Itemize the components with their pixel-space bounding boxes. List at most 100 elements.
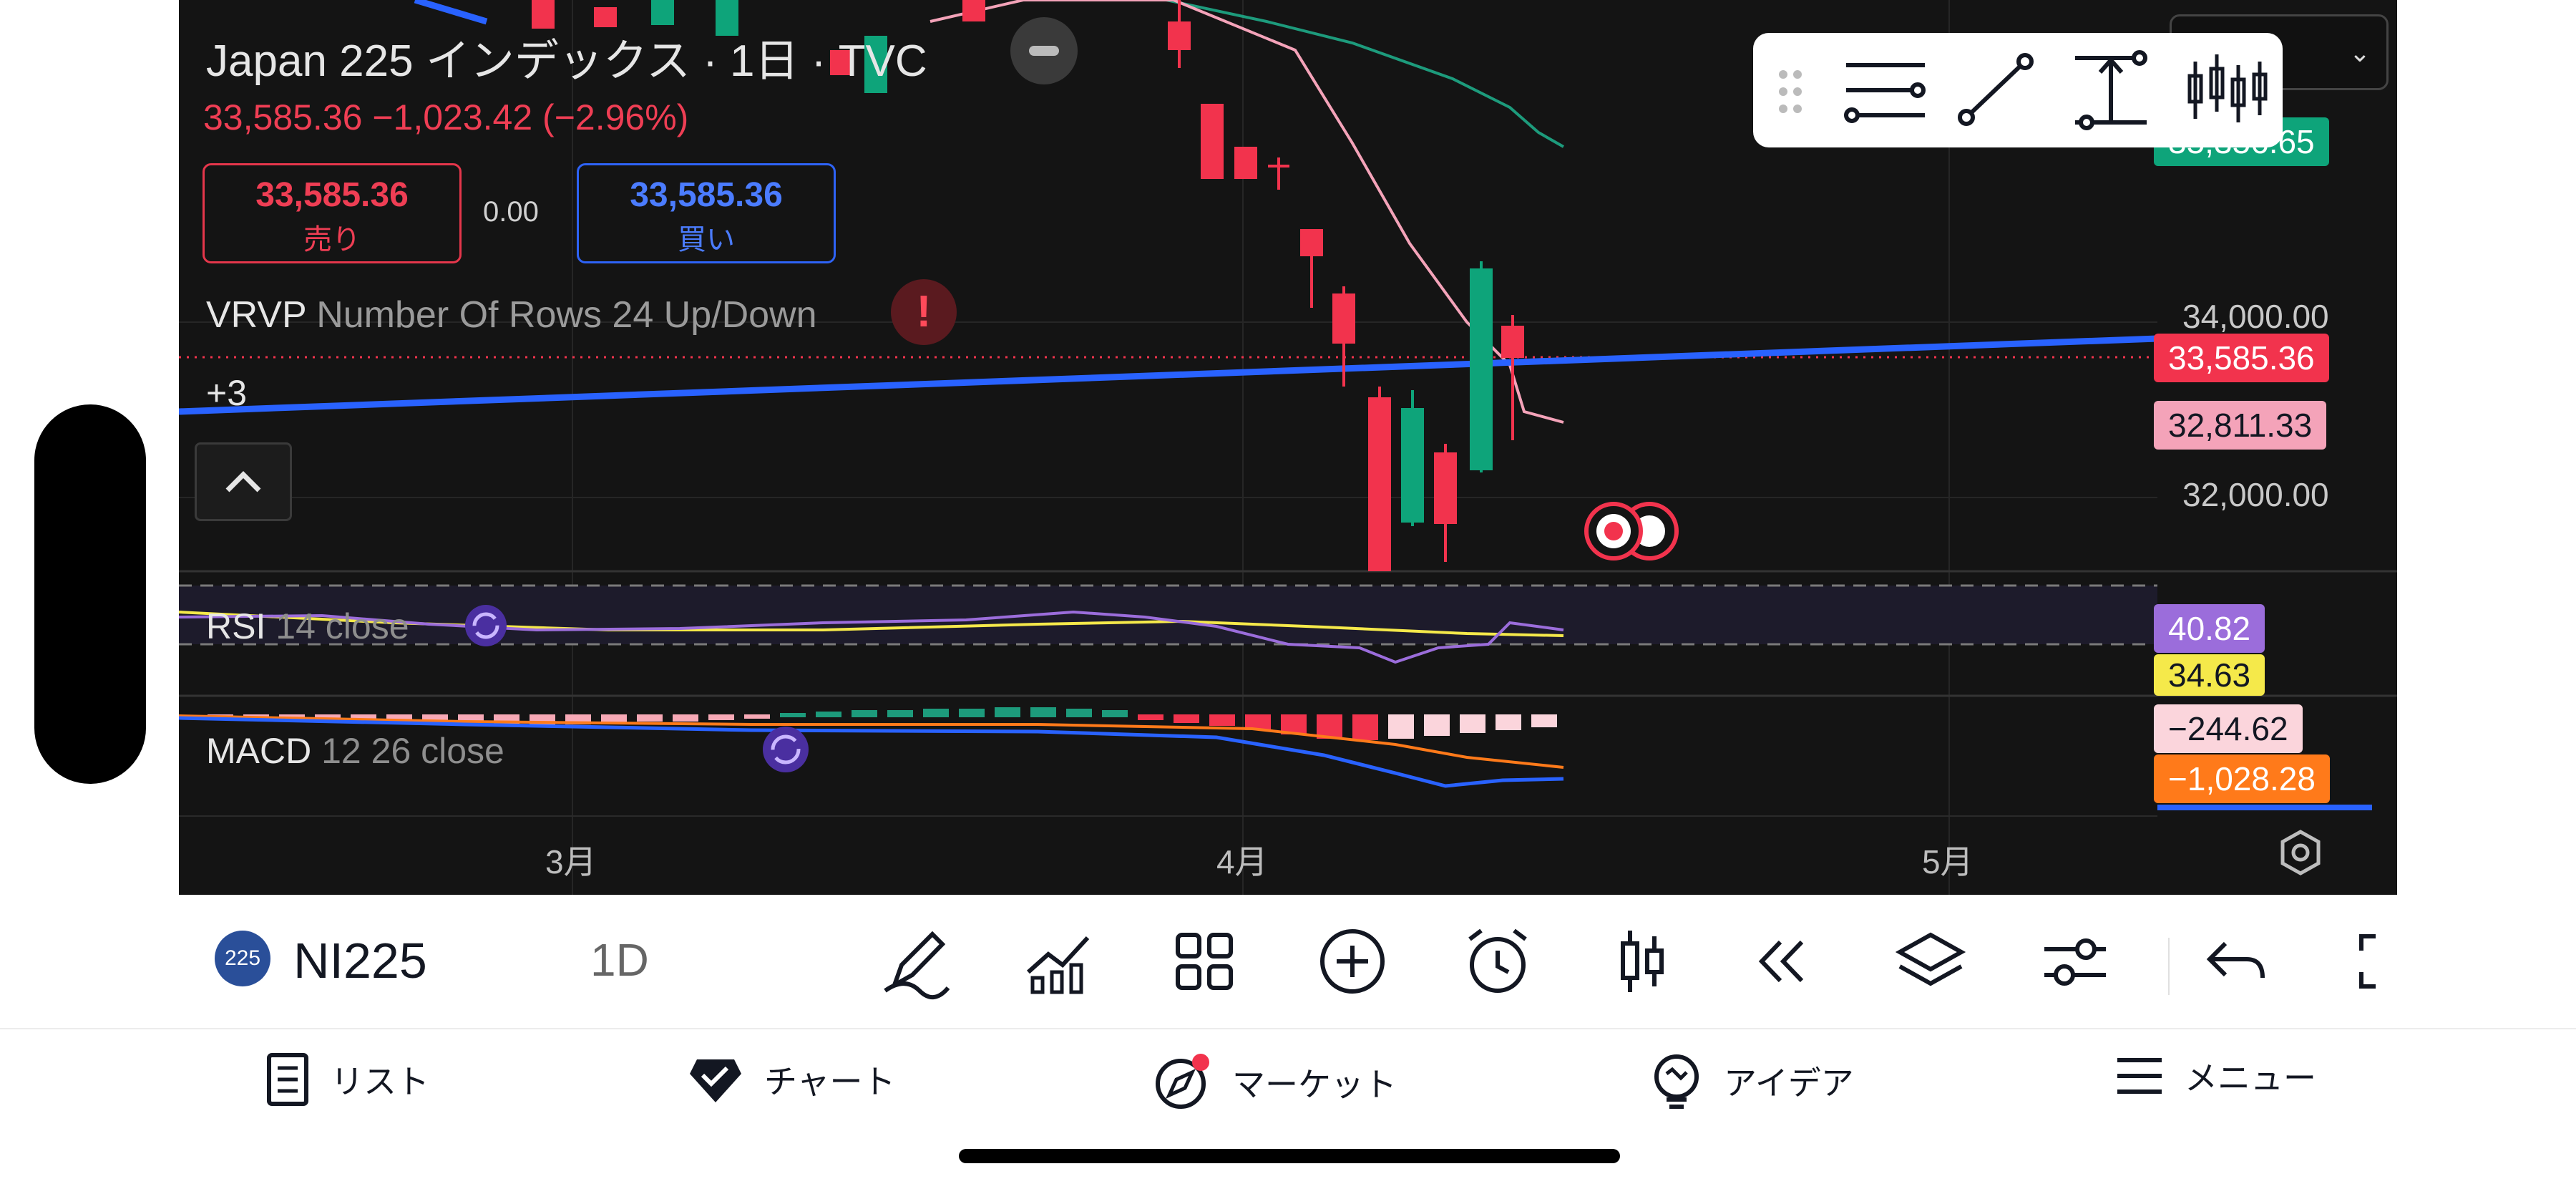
list-icon xyxy=(267,1053,308,1106)
time-label: 3月 xyxy=(545,843,597,880)
macd-bar xyxy=(1030,707,1056,717)
macd-bar xyxy=(852,710,877,717)
drag-handle-icon xyxy=(1779,70,1802,113)
macd-line-label xyxy=(2157,805,2372,810)
sell-label: 売り xyxy=(303,224,361,256)
buy-price: 33,585.36 xyxy=(630,176,783,214)
chart-type-icon[interactable] xyxy=(1603,922,1682,1001)
candle xyxy=(1470,268,1493,470)
chart-bottom-toolbar: 225 NI225 1D xyxy=(179,895,2397,1024)
horizontal-lines-icon xyxy=(1844,63,1926,123)
spread-value: 0.00 xyxy=(483,196,539,228)
fullscreen-icon[interactable] xyxy=(2354,922,2397,1001)
rsi-sync-icon[interactable] xyxy=(465,605,507,646)
hidden-indicators-count[interactable]: +3 xyxy=(206,372,247,414)
macd-bar xyxy=(1209,714,1235,726)
price-change: 33,585.36 −1,023.42 (−2.96%) xyxy=(203,97,689,137)
macd-bar xyxy=(959,709,985,717)
chart-area[interactable]: Japan 225 インデックス · 1日 · TVC 33,585.36 −1… xyxy=(179,0,2397,895)
nav-item-list[interactable]: リスト xyxy=(265,1052,429,1107)
symbol-title[interactable]: Japan 225 インデックス · 1日 · TVC xyxy=(206,24,927,89)
chevron-up-icon xyxy=(225,471,261,492)
nav-label: リスト xyxy=(331,1063,429,1100)
candle xyxy=(1168,21,1191,50)
candle xyxy=(1201,104,1224,179)
macd-bar xyxy=(1102,710,1128,717)
buy-button[interactable]: 33,585.36 買い xyxy=(577,163,836,263)
chart-settings-icon[interactable] xyxy=(2275,828,2326,881)
sell-price: 33,585.36 xyxy=(255,176,409,214)
macd-bar xyxy=(1531,714,1557,727)
add-icon[interactable] xyxy=(1313,922,1392,1001)
alert-icon[interactable] xyxy=(1458,922,1537,1001)
macd-name: MACD xyxy=(206,731,312,771)
undo-icon[interactable] xyxy=(2197,922,2275,1001)
collapse-legend-button[interactable] xyxy=(195,442,292,521)
candle xyxy=(1234,147,1257,179)
side-handle[interactable] xyxy=(34,404,146,784)
drawing-pen-icon[interactable] xyxy=(877,922,955,1001)
nav-label: チャート xyxy=(764,1063,896,1100)
macd-bar xyxy=(1496,714,1521,730)
candle xyxy=(1300,229,1323,256)
macd-bar xyxy=(673,714,698,722)
macd-legend[interactable]: MACD 12 26 close xyxy=(206,730,504,772)
time-label: 4月 xyxy=(1216,843,1268,880)
candle xyxy=(1501,326,1524,358)
current-price-label: 33,585.36 xyxy=(2154,334,2329,382)
price-tick: 32,000.00 xyxy=(2182,476,2329,513)
lightbulb-icon xyxy=(1654,1054,1699,1109)
timeframe-button[interactable]: 1D xyxy=(590,933,649,986)
settings-icon[interactable] xyxy=(2036,922,2114,1001)
candles-icon xyxy=(2187,54,2268,122)
vrvp-legend[interactable]: VRVP Number Of Rows 24 Up/Down xyxy=(206,293,817,336)
nav-label: アイデア xyxy=(1724,1064,1854,1102)
nav-label: メニュー xyxy=(2185,1059,2316,1097)
rsi-value-label: 40.82 xyxy=(2154,604,2265,653)
alert-markers xyxy=(1584,502,1679,560)
rsi-ma-value-label: 34.63 xyxy=(2154,654,2265,696)
rsi-legend[interactable]: RSI 14 close xyxy=(206,606,409,647)
home-indicator[interactable] xyxy=(959,1149,1620,1163)
macd-bar xyxy=(995,707,1020,717)
buy-label: 買い xyxy=(678,224,735,256)
nav-label: マーケット xyxy=(1232,1066,1397,1103)
nav-item-menu[interactable]: メニュー xyxy=(2114,1052,2316,1100)
macd-sync-icon[interactable] xyxy=(763,727,809,772)
macd-bar xyxy=(708,714,734,720)
candle xyxy=(1368,397,1391,571)
macd-bar xyxy=(816,712,841,717)
rsi-params: 14 close xyxy=(275,606,409,646)
warning-icon[interactable]: ! xyxy=(891,279,957,345)
chart-nav-icon xyxy=(690,1059,741,1102)
sell-button[interactable]: 33,585.36 売り xyxy=(203,163,462,263)
macd-bar xyxy=(1138,714,1163,720)
templates-icon[interactable] xyxy=(1165,922,1244,1001)
trend-line-old xyxy=(414,0,488,25)
candle xyxy=(1434,452,1457,524)
macd-params: 12 26 close xyxy=(321,731,504,771)
layers-icon[interactable] xyxy=(1891,922,1970,1001)
nav-item-ideas[interactable]: アイデア xyxy=(1649,1052,1854,1110)
macd-bar xyxy=(1388,714,1414,739)
macd-bar xyxy=(780,713,806,717)
compass-icon xyxy=(1156,1054,1209,1109)
replay-icon[interactable] xyxy=(1745,922,1823,1001)
drawing-toolbar[interactable] xyxy=(1753,33,2283,147)
symbol-name[interactable]: NI225 xyxy=(293,932,427,989)
macd-bar xyxy=(923,709,949,717)
macd-signal-label: −1,028.28 xyxy=(2154,754,2330,803)
ma-price-label: 32,811.33 xyxy=(2154,401,2327,450)
nav-item-chart[interactable]: チャート xyxy=(687,1052,896,1107)
symbol-badge[interactable]: 225 xyxy=(215,931,270,986)
chevron-down-icon: ⌄ xyxy=(2348,38,2371,67)
macd-bar xyxy=(744,714,770,719)
hide-overlay-button[interactable] xyxy=(1010,17,1078,84)
macd-bar xyxy=(1066,709,1092,717)
candle xyxy=(1401,408,1424,523)
candle xyxy=(1332,293,1355,344)
nav-item-market[interactable]: マーケット xyxy=(1152,1052,1397,1112)
indicators-icon[interactable] xyxy=(1020,922,1098,1001)
macd-bar xyxy=(637,714,663,722)
macd-bar xyxy=(1424,714,1450,736)
